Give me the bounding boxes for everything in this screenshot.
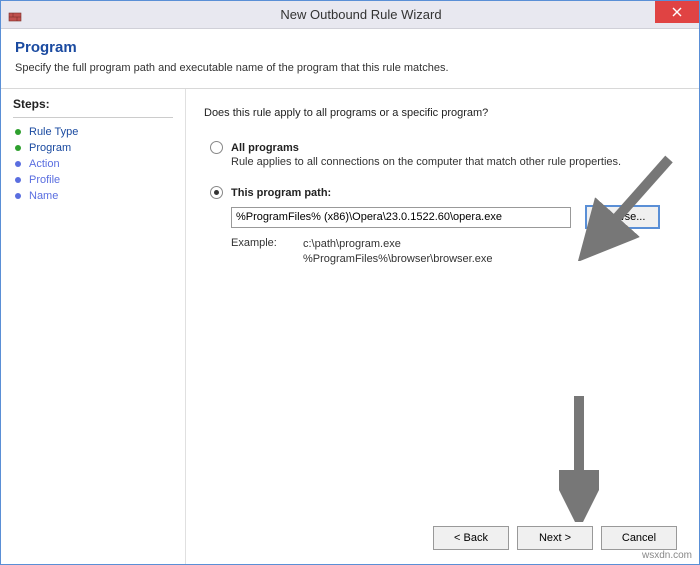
option-this-program-path: This program path: Browse... Example: c:…	[210, 186, 681, 268]
step-profile[interactable]: Profile	[13, 172, 173, 188]
step-label: Action	[29, 158, 60, 170]
steps-heading: Steps:	[13, 97, 173, 111]
example-label: Example:	[231, 237, 303, 268]
close-button[interactable]	[655, 1, 699, 23]
example-line-2: %ProgramFiles%\browser\browser.exe	[303, 252, 493, 267]
step-bullet-icon	[15, 177, 21, 183]
wizard-body: Steps: Rule Type Program Action Profile …	[1, 89, 699, 564]
example-line-1: c:\path\program.exe	[303, 237, 493, 252]
step-bullet-icon	[15, 161, 21, 167]
radio-all-programs-desc: Rule applies to all connections on the c…	[231, 156, 681, 168]
step-label: Rule Type	[29, 126, 78, 138]
page-title: Program	[15, 39, 685, 56]
step-label: Profile	[29, 174, 60, 186]
step-bullet-icon	[15, 193, 21, 199]
step-bullet-icon	[15, 129, 21, 135]
steps-sidebar: Steps: Rule Type Program Action Profile …	[1, 89, 186, 564]
wizard-footer: < Back Next > Cancel	[204, 520, 681, 556]
window-title: New Outbound Rule Wizard	[23, 7, 699, 22]
radio-this-program-path-label: This program path:	[231, 187, 331, 199]
cancel-button[interactable]: Cancel	[601, 526, 677, 550]
back-button[interactable]: < Back	[433, 526, 509, 550]
step-program[interactable]: Program	[13, 140, 173, 156]
annotation-arrow-icon	[559, 392, 599, 522]
step-name[interactable]: Name	[13, 188, 173, 204]
step-label: Program	[29, 142, 71, 154]
steps-divider	[13, 117, 173, 118]
radio-all-programs-label: All programs	[231, 142, 299, 154]
watermark-text: wsxdn.com	[642, 550, 692, 561]
option-all-programs: All programs Rule applies to all connect…	[210, 141, 681, 168]
step-label: Name	[29, 190, 58, 202]
example-paths: c:\path\program.exe %ProgramFiles%\brows…	[303, 237, 493, 268]
titlebar: New Outbound Rule Wizard	[1, 1, 699, 29]
prompt-text: Does this rule apply to all programs or …	[204, 107, 681, 119]
radio-this-program-path[interactable]	[210, 186, 223, 199]
wizard-header: Program Specify the full program path an…	[1, 29, 699, 89]
step-rule-type[interactable]: Rule Type	[13, 124, 173, 140]
step-action[interactable]: Action	[13, 156, 173, 172]
firewall-icon	[7, 7, 23, 23]
content-panel: Does this rule apply to all programs or …	[186, 89, 699, 564]
step-bullet-icon	[15, 145, 21, 151]
next-button[interactable]: Next >	[517, 526, 593, 550]
radio-all-programs[interactable]	[210, 141, 223, 154]
browse-button[interactable]: Browse...	[585, 205, 660, 229]
page-subtitle: Specify the full program path and execut…	[15, 62, 685, 74]
wizard-window: New Outbound Rule Wizard Program Specify…	[0, 0, 700, 565]
program-path-input[interactable]	[231, 207, 571, 228]
